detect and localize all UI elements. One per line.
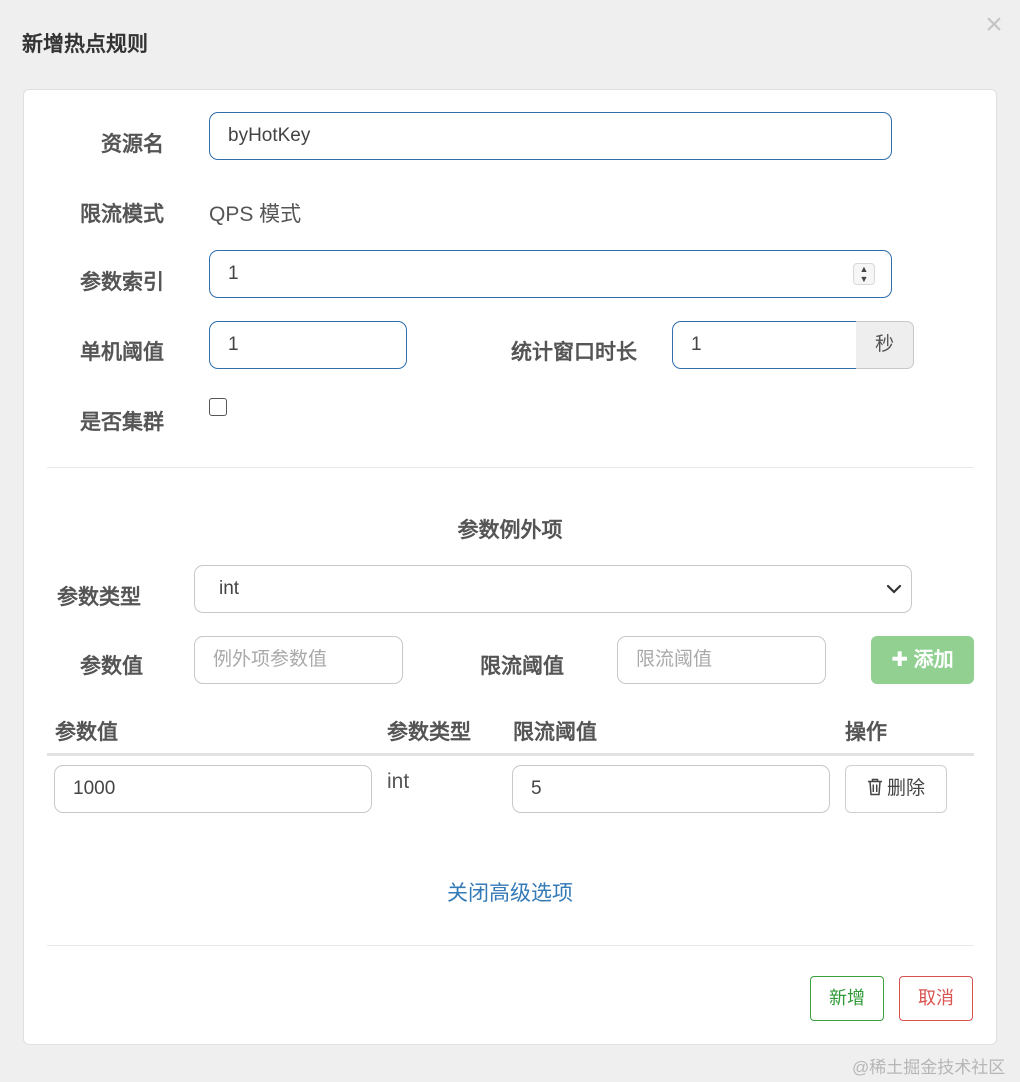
- param-type-select[interactable]: int: [194, 565, 912, 613]
- watermark: @稀土掘金技术社区: [852, 1058, 1006, 1077]
- submit-add-button[interactable]: 新增: [810, 976, 884, 1021]
- divider: [47, 467, 974, 468]
- trash-icon: [867, 778, 882, 796]
- window-unit-addon: 秒: [856, 321, 914, 369]
- param-type-label: 参数类型: [57, 586, 141, 609]
- plus-icon: ✚: [891, 649, 909, 671]
- footer-divider: [47, 945, 974, 946]
- mode-value: QPS 模式: [209, 203, 302, 226]
- cancel-button[interactable]: 取消: [899, 976, 973, 1021]
- param-index-value: 1: [228, 263, 239, 284]
- dialog-title: 新增热点规则: [22, 33, 148, 56]
- table-header-type: 参数类型: [387, 721, 471, 744]
- param-value-label: 参数值: [80, 655, 143, 678]
- add-exception-button[interactable]: ✚ 添加: [871, 636, 974, 684]
- cluster-label: 是否集群: [80, 411, 164, 434]
- dialog-header: 新增热点规则 ×: [0, 0, 1020, 82]
- exceptions-section-title: 参数例外项: [457, 519, 563, 542]
- row-type: int: [387, 770, 410, 793]
- window-input[interactable]: [672, 321, 857, 369]
- param-index-input[interactable]: 1 ▲ ▼: [209, 250, 892, 298]
- row-limit-input[interactable]: [512, 765, 830, 813]
- rule-form-panel: 资源名 限流模式 QPS 模式 参数索引 1 ▲▼ 单机阈值 统计窗口时长 秒 …: [23, 89, 997, 1045]
- exception-value-input[interactable]: [194, 636, 403, 684]
- param-index-label: 参数索引: [80, 271, 164, 294]
- row-value-input[interactable]: [54, 765, 372, 813]
- threshold-label: 单机阈值: [80, 341, 164, 364]
- limit-label: 限流阈值: [480, 655, 564, 678]
- resource-name-input[interactable]: [209, 112, 892, 160]
- exception-limit-input[interactable]: [617, 636, 826, 684]
- window-label: 统计窗口时长: [511, 341, 637, 364]
- table-header-divider: [47, 753, 974, 756]
- add-exception-label: 添加: [913, 649, 954, 671]
- close-icon[interactable]: ×: [981, 10, 1007, 40]
- chevron-down-icon: [886, 584, 902, 594]
- cluster-checkbox[interactable]: [209, 398, 227, 416]
- spinner-icon[interactable]: ▲ ▼: [853, 263, 875, 285]
- mode-label: 限流模式: [80, 203, 164, 226]
- threshold-input[interactable]: [209, 321, 407, 369]
- delete-label: 删除: [886, 778, 925, 799]
- table-header-action: 操作: [845, 721, 887, 744]
- table-header-value: 参数值: [55, 721, 118, 744]
- toggle-advanced-link[interactable]: 关闭高级选项: [24, 877, 996, 907]
- param-type-selected: int: [219, 578, 240, 599]
- delete-row-button[interactable]: 删除: [845, 765, 947, 813]
- table-header-limit: 限流阈值: [513, 721, 597, 744]
- resource-label: 资源名: [101, 133, 164, 156]
